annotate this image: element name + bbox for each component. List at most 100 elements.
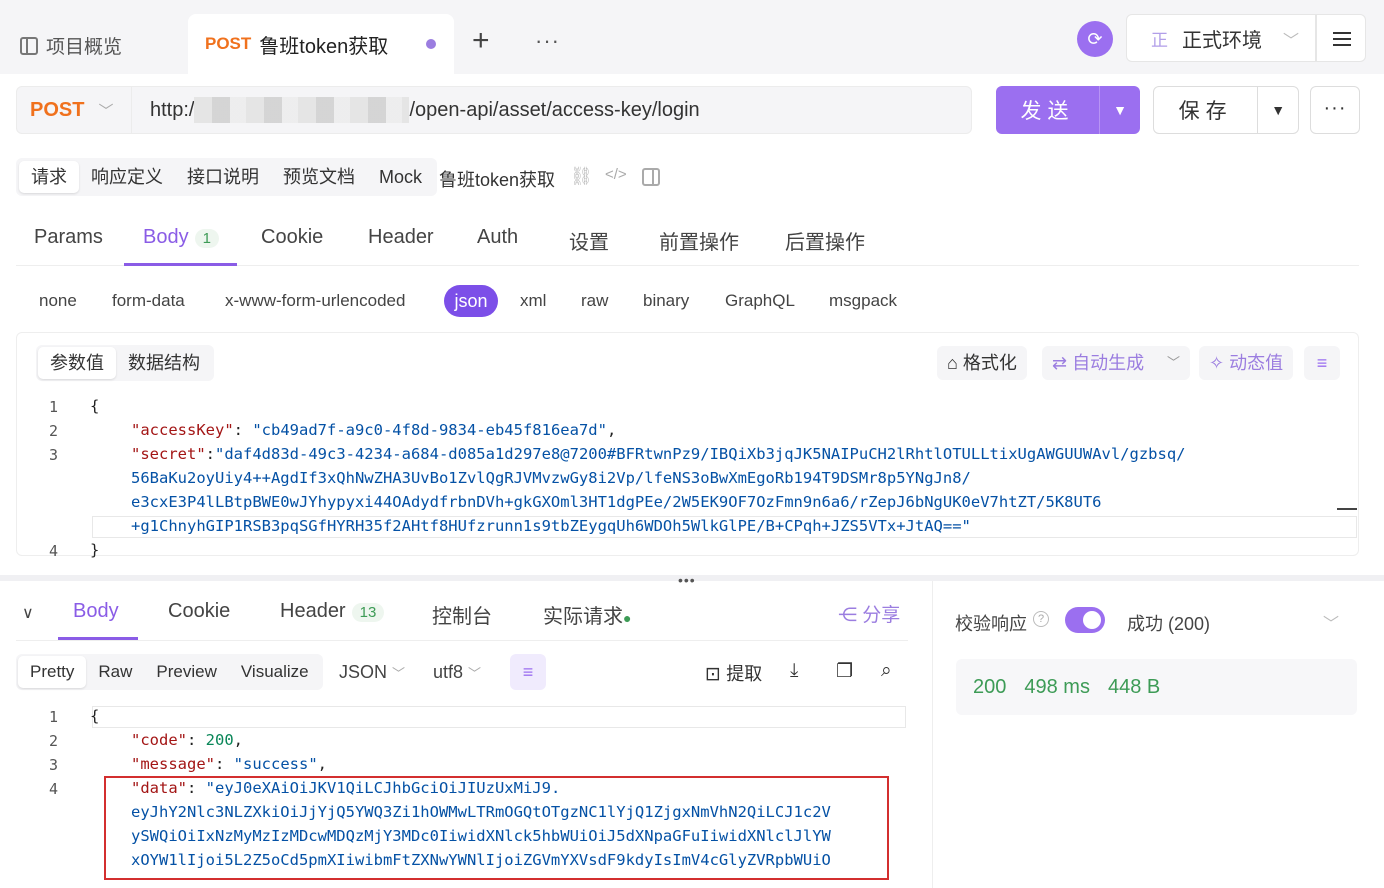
seg-data-schema[interactable]: 数据结构 [116, 347, 212, 379]
resp-tab-actual-request[interactable]: 实际请求● [543, 600, 631, 640]
active-line-highlight [92, 706, 906, 728]
format-select[interactable]: JSON ﹀ [339, 662, 405, 683]
save-label: 保存 [1178, 100, 1233, 123]
chevron-down-icon[interactable]: ▼ [1258, 102, 1298, 118]
resp-tab-body[interactable]: Body [58, 600, 138, 640]
body-type-msgpack[interactable]: msgpack [829, 291, 897, 311]
scroll-marker [1337, 508, 1357, 510]
code-line: "message": "success", [131, 755, 328, 773]
body-type-binary[interactable]: binary [643, 291, 689, 311]
environment-select[interactable]: 正 正式环境 ﹀ [1126, 14, 1316, 62]
more-tabs-icon[interactable]: ··· [535, 28, 560, 54]
help-icon[interactable]: ? [1033, 611, 1049, 627]
tab-auth[interactable]: Auth [477, 226, 518, 266]
seg-param-values[interactable]: 参数值 [38, 347, 116, 379]
chevron-down-icon[interactable]: ﹀ [1167, 346, 1180, 380]
resp-tab-console[interactable]: 控制台 [432, 600, 492, 640]
value-code: 200 [205, 731, 234, 749]
value-access-key: "cb49ad7f-a9c0-4f8d-9834-eb45f816ea7d" [252, 421, 607, 439]
body-type-json[interactable]: json [444, 285, 498, 317]
body-type-none[interactable]: none [39, 291, 77, 311]
link-icon[interactable]: ⛓ [570, 166, 593, 187]
dynamic-value-button[interactable]: ✧ 动态值 [1199, 346, 1294, 380]
search-icon[interactable]: ⌕ [881, 660, 892, 682]
env-label: 正式环境 [1182, 29, 1262, 52]
resp-tab-cookie[interactable]: Cookie [168, 600, 230, 640]
url-path: /open-api/asset/access-key/login [409, 98, 700, 121]
view-pretty[interactable]: Pretty [18, 656, 87, 688]
view-visualize[interactable]: Visualize [229, 656, 321, 688]
wrap-lines-icon[interactable]: ≡ [1304, 346, 1340, 380]
value-secret-1: "daf4d83d-49c3-4234-a684-d085a1d297e8@72… [215, 445, 1186, 463]
auto-generate-button[interactable]: ⇄ 自动生成 ﹀ [1042, 346, 1190, 380]
more-actions-icon[interactable]: ··· [1310, 86, 1360, 134]
key-code: "code" [131, 731, 187, 749]
extract-button[interactable]: ⊡ 提取 [705, 660, 762, 686]
code-icon[interactable]: </> [605, 166, 627, 183]
header-count-badge: 13 [351, 603, 385, 622]
wrap-lines-icon[interactable]: ≡ [510, 654, 546, 690]
overview-icon [20, 36, 38, 55]
tab-post-ops[interactable]: 后置操作 [785, 226, 865, 266]
menu-icon[interactable] [1316, 14, 1366, 62]
line-number: 3 [48, 756, 58, 774]
copy-icon[interactable]: ❐ [836, 660, 853, 683]
format-button[interactable]: ⌂ 格式化 [937, 346, 1027, 380]
save-button[interactable]: 保存 ▼ [1153, 86, 1299, 134]
value-message: "success" [233, 755, 318, 773]
response-stats: 200 498 ms 448 B [956, 659, 1357, 715]
value-secret-2: 56BaKu2oyUiy4++AgdIf3xQhNwZHA3UvBo1ZvlQg… [131, 469, 971, 487]
collapse-chevron-icon[interactable]: ∨ [22, 603, 34, 643]
chevron-down-icon: ﹀ [468, 666, 482, 681]
validate-response-label: 校验响应 [955, 614, 1027, 634]
value-secret-4: +g1ChnyhGIP1RSB3pqSGfHYRH35f2AHtf8HUfzru… [131, 517, 971, 535]
download-icon[interactable]: ⤓ [790, 660, 798, 682]
format-select-label: JSON [339, 662, 388, 682]
line-number: 4 [48, 542, 58, 560]
resp-tab-header[interactable]: Header 13 [280, 600, 385, 640]
sync-icon[interactable]: ⟳ [1077, 21, 1113, 57]
tab-active-request[interactable]: POST 鲁班token获取 [188, 14, 454, 74]
chevron-down-icon[interactable]: ▼ [1100, 102, 1140, 118]
body-type-urlencoded[interactable]: x-www-form-urlencoded [225, 291, 405, 311]
api-name[interactable]: 鲁班token获取 [439, 166, 555, 192]
drag-handle-icon[interactable]: ••• [678, 572, 696, 588]
response-size: 448 B [1107, 675, 1161, 698]
encoding-select[interactable]: utf8 ﹀ [433, 662, 481, 683]
subtab-response-def[interactable]: 响应定义 [79, 161, 175, 193]
tab-overview-label: 项目概览 [46, 37, 123, 58]
tab-cookie[interactable]: Cookie [261, 226, 323, 266]
env-badge: 正 [1151, 30, 1168, 50]
method-select[interactable]: POST ﹀ [16, 86, 132, 134]
subtab-mock[interactable]: Mock [367, 161, 434, 193]
send-button[interactable]: 发送 ▼ [996, 86, 1140, 134]
tab-project-overview[interactable]: 项目概览 [20, 32, 122, 59]
add-tab-icon[interactable]: + [472, 26, 490, 56]
chevron-down-icon[interactable]: ﹀ [1323, 610, 1339, 634]
chevron-down-icon: ﹀ [98, 102, 114, 120]
tab-body[interactable]: Body 1 [124, 226, 237, 266]
validate-toggle[interactable] [1065, 607, 1105, 633]
request-subtabs: 请求 响应定义 接口说明 预览文档 Mock [16, 158, 438, 196]
tab-settings[interactable]: 设置 [569, 226, 609, 266]
url-input[interactable]: http:/ /open-api/asset/access-key/login [131, 86, 972, 134]
share-button[interactable]: ⋲ 分享 [838, 600, 900, 627]
tab-header[interactable]: Header [368, 226, 434, 266]
tab-params[interactable]: Params [34, 226, 103, 266]
tab-pre-ops[interactable]: 前置操作 [659, 226, 739, 266]
resp-tab-actual-label: 实际请求 [543, 606, 623, 628]
body-type-form-data[interactable]: form-data [112, 291, 185, 311]
body-type-raw[interactable]: raw [581, 291, 608, 311]
key-secret: "secret" [131, 445, 206, 463]
view-preview[interactable]: Preview [144, 656, 228, 688]
subtab-request[interactable]: 请求 [19, 161, 79, 193]
status-dot-icon: ● [623, 610, 632, 626]
side-panel-icon[interactable] [642, 168, 660, 186]
line-number: 1 [48, 398, 58, 416]
body-type-xml[interactable]: xml [520, 291, 546, 311]
subtab-preview-doc[interactable]: 预览文档 [271, 161, 367, 193]
body-type-graphql[interactable]: GraphQL [725, 291, 795, 311]
status-code: 200 [973, 675, 1007, 698]
view-raw[interactable]: Raw [86, 656, 144, 688]
subtab-api-doc[interactable]: 接口说明 [175, 161, 271, 193]
